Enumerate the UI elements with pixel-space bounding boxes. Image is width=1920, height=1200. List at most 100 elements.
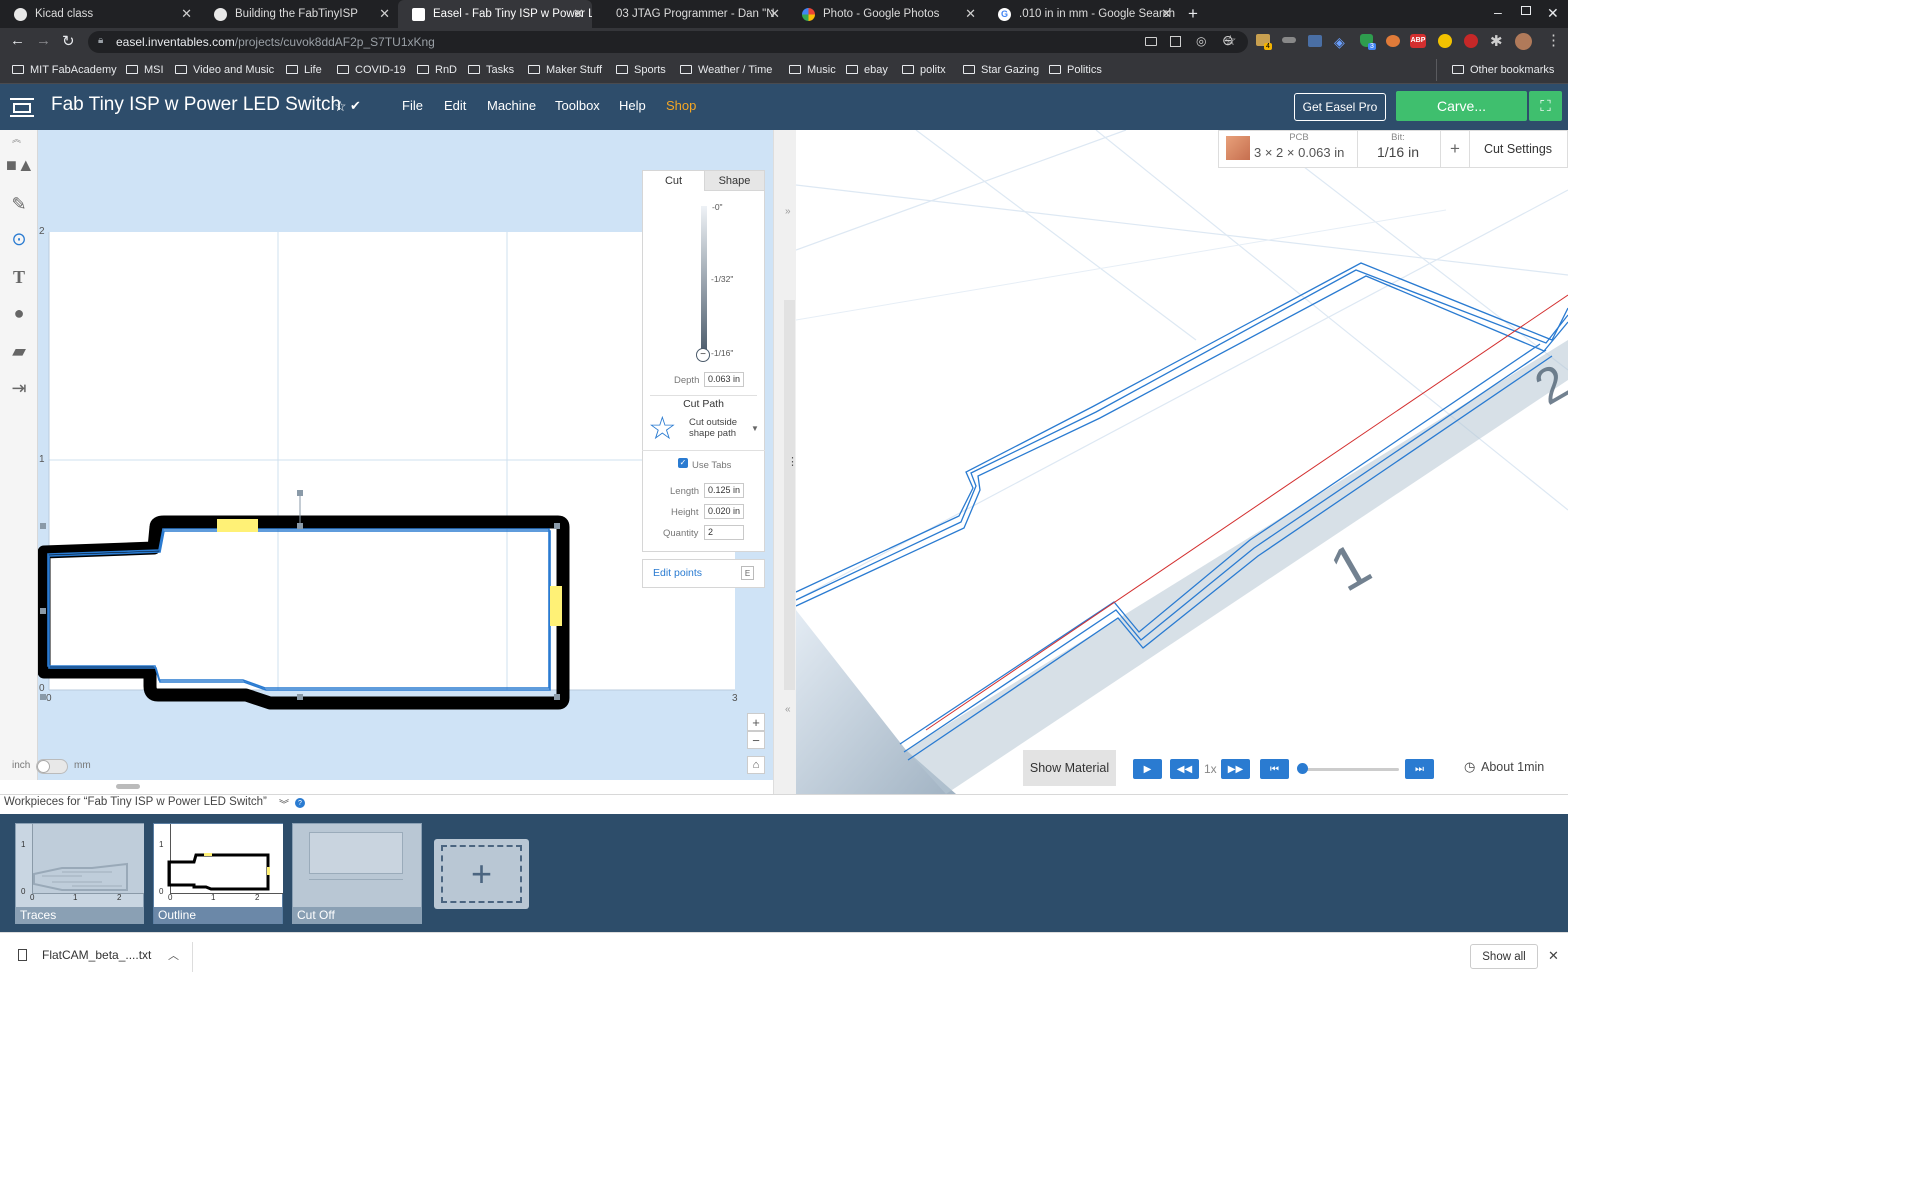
bookmark-folder[interactable]: MIT FabAcademy [12, 56, 117, 84]
menu-machine[interactable]: Machine [487, 84, 536, 130]
skip-end-button[interactable]: ⏭ [1405, 759, 1434, 779]
material-dimensions[interactable]: 3 × 2 × 0.063 in [1254, 145, 1344, 160]
menu-edit[interactable]: Edit [444, 84, 466, 130]
close-tab-icon[interactable]: ✕ [965, 6, 976, 22]
show-all-button[interactable]: Show all [1470, 944, 1538, 969]
sidebar-toggle-icon[interactable] [10, 95, 34, 117]
show-material-button[interactable]: Show Material [1023, 750, 1116, 786]
expand-icon[interactable]: ⛶ [1529, 91, 1562, 121]
other-bookmarks[interactable]: Other bookmarks [1452, 56, 1554, 84]
workpiece-card-traces[interactable]: 1 0 0 1 2 Traces [15, 823, 144, 924]
bookmark-folder[interactable]: Tasks [468, 56, 514, 84]
zoom-in-button[interactable]: + [747, 713, 765, 731]
project-title[interactable]: Fab Tiny ISP w Power LED Switch [51, 94, 341, 116]
tab-quantity-input[interactable]: 2 [704, 525, 744, 540]
use-tabs-checkbox[interactable]: ✓ [678, 458, 688, 468]
help-icon[interactable]: ? [295, 798, 305, 808]
adblock-icon[interactable]: ABP [1410, 34, 1426, 48]
horizontal-scrollbar[interactable] [116, 784, 140, 789]
preview-3d[interactable]: 1 2 PCB 3 × 2 × 0.063 in Bit: 1/16 in + … [796, 130, 1568, 794]
browser-tab-active[interactable]: Easel - Fab Tiny ISP w Power L ✕ [398, 0, 592, 28]
bookmark-folder[interactable]: COVID-19 [337, 56, 406, 84]
bookmark-folder[interactable]: Life [286, 56, 322, 84]
puzzle-icon[interactable]: ✱ [1490, 32, 1503, 50]
carve-button[interactable]: Carve... [1396, 91, 1527, 121]
collapse-up-icon[interactable]: ︽ [12, 132, 21, 145]
cut-outside-star-icon[interactable]: ☆ [648, 412, 680, 445]
play-button[interactable]: ▶ [1133, 759, 1162, 779]
cast-icon[interactable] [1145, 37, 1157, 46]
workpiece-card-outline[interactable]: 1 0 0 1 2 Outline [153, 823, 283, 924]
home-icon[interactable]: ⌂ [747, 756, 765, 774]
menu-file[interactable]: File [402, 84, 423, 130]
browser-tab[interactable]: Photo - Google Photos ✕ [788, 0, 984, 28]
depth-slider-handle[interactable]: − [696, 348, 710, 362]
download-filename[interactable]: FlatCAM_beta_....txt [42, 948, 151, 962]
menu-shop[interactable]: Shop [666, 84, 696, 130]
units-toggle[interactable] [36, 759, 68, 774]
tab-shape[interactable]: Shape [704, 171, 764, 191]
tab-length-input[interactable]: 0.125 in [704, 483, 744, 498]
expand-right-icon[interactable]: » [785, 206, 791, 217]
browser-tab[interactable]: G .010 in in mm - Google Search ✕ [984, 0, 1180, 28]
pen-icon[interactable]: ✎ [6, 191, 32, 217]
bit-value[interactable]: 1/16 in [1358, 144, 1438, 160]
address-bar[interactable]: easel.inventables.com/projects/cuvok8ddA… [88, 31, 1248, 53]
browser-tab[interactable]: 03 JTAG Programmer - Dan "N ✕ [592, 0, 788, 28]
cut-path-option[interactable]: Cut outside [689, 417, 737, 428]
bookmark-folder[interactable]: Weather / Time [680, 56, 772, 84]
add-bit-button[interactable]: + [1441, 130, 1469, 168]
text-icon[interactable]: T [6, 264, 32, 290]
reload-icon[interactable]: ↻ [62, 32, 75, 50]
skip-start-button[interactable]: ⏮ [1260, 759, 1289, 779]
bookmark-folder[interactable]: Music [789, 56, 836, 84]
close-tab-icon[interactable]: ✕ [769, 6, 780, 22]
apple-icon[interactable]: ● [6, 300, 32, 326]
bookmark-folder[interactable]: politx [902, 56, 946, 84]
new-tab-icon[interactable]: + [1188, 4, 1198, 24]
depth-slider-track[interactable] [701, 206, 707, 356]
restore-icon[interactable] [1521, 6, 1531, 15]
qr-icon[interactable] [1170, 36, 1181, 47]
bookmark-folder[interactable]: Video and Music [175, 56, 274, 84]
dropdown-caret-icon[interactable]: ▼ [751, 424, 759, 433]
shapes-icon[interactable]: ■▲ [6, 152, 35, 178]
progress-handle[interactable] [1297, 763, 1308, 774]
cut-settings-button[interactable]: Cut Settings [1470, 130, 1566, 168]
avatar[interactable] [1515, 33, 1532, 50]
close-tab-icon[interactable]: ✕ [1161, 6, 1172, 22]
extension-icon[interactable] [1308, 35, 1322, 47]
bookmark-folder[interactable]: ebay [846, 56, 888, 84]
chevron-down-icon[interactable]: ︾ [279, 796, 289, 811]
lock-icon[interactable]: 🔒︎ [98, 35, 103, 46]
edit-points-link[interactable]: Edit points [653, 567, 702, 579]
kebab-menu-icon[interactable]: ⋮ [1546, 31, 1561, 49]
eye-off-icon[interactable]: ◎ [1196, 34, 1206, 48]
browser-tab[interactable]: Kicad class ✕ [0, 0, 200, 28]
bookmark-folder[interactable]: Maker Stuff [528, 56, 602, 84]
import-icon[interactable]: ⇥ [6, 375, 32, 401]
back-icon[interactable]: ← [10, 32, 25, 49]
extension-icon[interactable] [1282, 37, 1296, 43]
layers-icon[interactable]: ◈ [1334, 34, 1345, 51]
bookmark-folder[interactable]: Sports [616, 56, 666, 84]
progress-track[interactable] [1298, 768, 1399, 771]
cut-path-option[interactable]: shape path [689, 428, 736, 439]
bookmark-folder[interactable]: MSI [126, 56, 164, 84]
get-easel-pro-button[interactable]: Get Easel Pro [1294, 93, 1386, 121]
vertical-scrollbar[interactable] [784, 300, 795, 690]
close-download-bar-icon[interactable]: ✕ [1548, 948, 1559, 964]
depth-input[interactable]: 0.063 in [704, 372, 744, 387]
tab-height-input[interactable]: 0.020 in [704, 504, 744, 519]
fast-forward-button[interactable]: ▶▶ [1221, 759, 1250, 779]
add-workpiece-button[interactable]: + [434, 839, 529, 909]
star-bookmark-icon[interactable]: ☆ [1224, 32, 1237, 49]
menu-toolbox[interactable]: Toolbox [555, 84, 600, 130]
bookmark-folder[interactable]: Star Gazing [963, 56, 1039, 84]
star-icon[interactable]: ☆ [334, 98, 347, 115]
menu-help[interactable]: Help [619, 84, 646, 130]
minimize-icon[interactable]: – [1494, 4, 1502, 20]
forward-icon[interactable]: → [36, 32, 51, 49]
workpiece-card-cutoff[interactable]: Cut Off [292, 823, 422, 924]
zoom-out-button[interactable]: − [747, 731, 765, 749]
